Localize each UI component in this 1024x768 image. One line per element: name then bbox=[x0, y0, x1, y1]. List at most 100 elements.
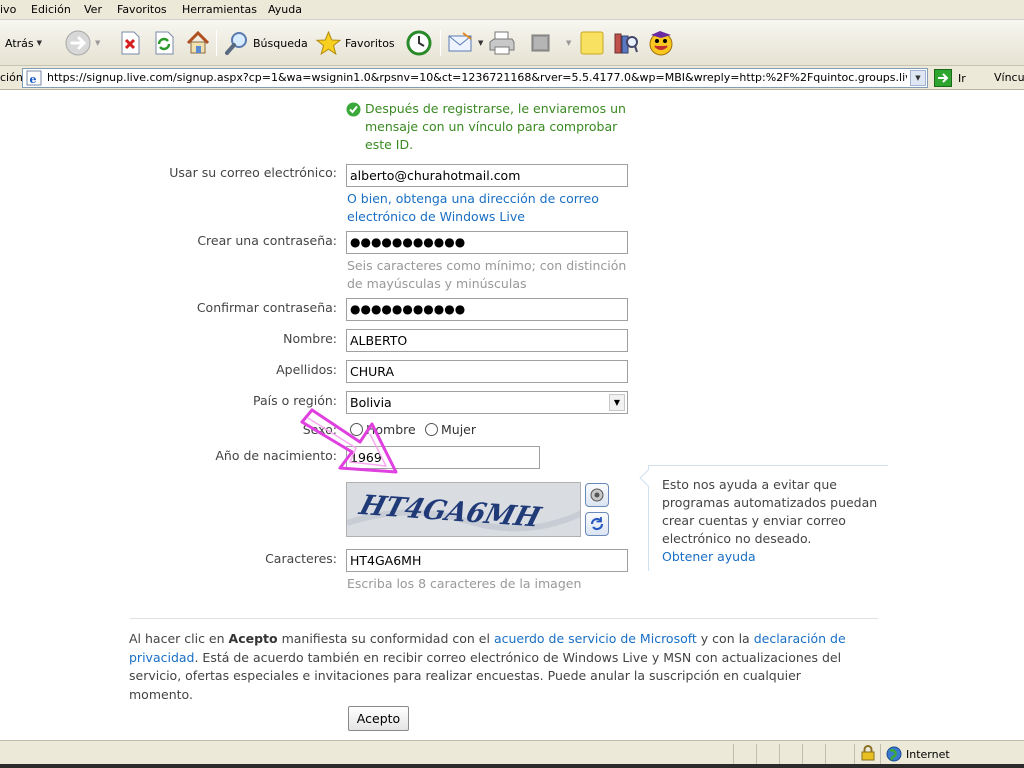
characters-label: Caracteres: bbox=[265, 551, 337, 566]
chevron-down-icon[interactable]: ▼ bbox=[566, 39, 571, 47]
mail-icon bbox=[448, 32, 472, 52]
sticky-note-icon bbox=[580, 31, 604, 55]
favorites-button[interactable]: Favoritos bbox=[315, 28, 395, 58]
legal-text: Al hacer clic en Acepto manifiesta su co… bbox=[129, 630, 859, 704]
password-hint: Seis caracteres como mínimo; con distinc… bbox=[347, 257, 626, 293]
accept-button[interactable]: Acepto bbox=[348, 706, 409, 731]
status-divider bbox=[854, 744, 855, 764]
captcha-image: HT4GA6MH bbox=[346, 482, 581, 537]
password-field[interactable]: ●●●●●●●●●●● bbox=[346, 231, 628, 254]
captcha-audio-button[interactable] bbox=[585, 483, 609, 507]
print-button[interactable] bbox=[488, 28, 516, 58]
section-divider bbox=[130, 618, 878, 619]
address-input[interactable]: e https://signup.live.com/signup.aspx?cp… bbox=[22, 68, 928, 88]
email-field[interactable]: alberto@churahotmail.com bbox=[346, 164, 628, 187]
chevron-down-icon[interactable]: ▼ bbox=[478, 39, 483, 47]
radio-female[interactable] bbox=[425, 423, 438, 436]
notice-line: mensaje con un vínculo para comprobar bbox=[365, 119, 618, 134]
confirm-password-field[interactable]: ●●●●●●●●●●● bbox=[346, 298, 628, 321]
taskbar-edge bbox=[0, 764, 1024, 768]
go-button[interactable]: Ir bbox=[934, 69, 966, 87]
edit-document-icon bbox=[531, 34, 550, 52]
menu-ayuda[interactable]: Ayuda bbox=[268, 3, 302, 16]
history-button[interactable] bbox=[405, 28, 433, 58]
captcha-info-box: Esto nos ayuda a evitar que programas au… bbox=[639, 465, 888, 571]
menu-archivo[interactable]: ivo bbox=[0, 3, 16, 16]
toolbar-separator bbox=[440, 30, 441, 56]
speaker-icon bbox=[590, 488, 604, 502]
edit-dropdown[interactable]: ▼ bbox=[563, 28, 571, 58]
captcha-distorted-text: HT4GA6MH bbox=[347, 489, 580, 534]
security-zone: Internet bbox=[886, 746, 950, 762]
search-button[interactable]: Búsqueda bbox=[224, 28, 308, 58]
links-label[interactable]: Víncul bbox=[994, 71, 1024, 84]
captcha-text: HT4GA6MH bbox=[355, 489, 545, 533]
arrow-head-outline bbox=[338, 422, 398, 474]
ie-page-icon: e bbox=[26, 70, 42, 86]
captcha-refresh-button[interactable] bbox=[585, 512, 609, 536]
home-button[interactable] bbox=[185, 28, 211, 58]
gender-option-female[interactable]: Mujer bbox=[425, 422, 476, 437]
forward-arrow-icon bbox=[65, 30, 91, 56]
hint-line: Seis caracteres como mínimo; con distinc… bbox=[347, 258, 627, 273]
star-icon bbox=[315, 30, 342, 55]
discuss-button[interactable] bbox=[579, 28, 605, 58]
gender-option-label: Mujer bbox=[441, 422, 477, 437]
menu-ver[interactable]: Ver bbox=[84, 3, 102, 16]
first-name-field[interactable]: ALBERTO bbox=[346, 329, 628, 352]
confirm-password-label: Confirmar contraseña: bbox=[196, 300, 337, 315]
back-label: Atrás bbox=[5, 36, 34, 50]
browser-toolbar: Atrás ▼ ▼ Búsqueda Favoritos ▼ ▼ bbox=[0, 20, 1024, 66]
refresh-button[interactable] bbox=[152, 28, 176, 58]
home-icon bbox=[186, 30, 210, 54]
notice-line: Después de registrarse, le enviaremos un bbox=[365, 101, 626, 116]
characters-field[interactable]: HT4GA6MH bbox=[346, 549, 628, 572]
status-divider bbox=[802, 744, 803, 764]
zone-label: Internet bbox=[906, 747, 950, 761]
address-url: https://signup.live.com/signup.aspx?cp=1… bbox=[47, 71, 907, 84]
signup-page: Después de registrarse, le enviaremos un… bbox=[0, 90, 1024, 740]
chevron-down-icon[interactable]: ▼ bbox=[609, 394, 625, 411]
printer-icon bbox=[489, 31, 515, 55]
link-line: electrónico de Windows Live bbox=[347, 209, 525, 224]
info-line: programas automatizados puedan bbox=[662, 495, 878, 510]
arrow-shaft-outline bbox=[310, 408, 362, 444]
characters-hint: Escriba los 8 caracteres de la imagen bbox=[347, 576, 582, 591]
info-box-pointer bbox=[639, 469, 657, 487]
menu-edicion[interactable]: Edición bbox=[31, 3, 71, 16]
research-button[interactable] bbox=[612, 28, 638, 58]
legal-text-part: . Está de acuerdo también en recibir cor… bbox=[129, 649, 842, 702]
menu-herramientas[interactable]: Herramientas bbox=[182, 3, 257, 16]
info-line: Esto nos ayuda a evitar que bbox=[662, 477, 837, 492]
get-live-email-link[interactable]: O bien, obtenga una dirección de correo … bbox=[347, 190, 599, 226]
menu-favoritos[interactable]: Favoritos bbox=[117, 3, 167, 16]
link-line: O bien, obtenga una dirección de correo bbox=[347, 191, 599, 206]
hint-line: de mayúsculas y minúsculas bbox=[347, 276, 527, 291]
search-icon bbox=[225, 32, 247, 55]
chevron-down-icon[interactable]: ▼ bbox=[95, 39, 100, 47]
forward-button[interactable]: ▼ bbox=[64, 28, 100, 58]
status-divider bbox=[756, 744, 757, 764]
messenger-button[interactable] bbox=[646, 28, 676, 58]
back-button[interactable]: Atrás ▼ bbox=[5, 28, 42, 58]
annotation-arrow bbox=[300, 408, 398, 474]
notice-line: este ID. bbox=[365, 137, 414, 152]
mail-button[interactable]: ▼ bbox=[447, 28, 483, 58]
service-agreement-link[interactable]: acuerdo de servicio de Microsoft bbox=[494, 631, 697, 646]
email-label: Usar su correo electrónico: bbox=[169, 165, 337, 180]
address-dropdown-arrow[interactable]: ▼ bbox=[910, 70, 926, 86]
arrow-shaft-outline bbox=[300, 420, 354, 454]
legal-accept-word: Acepto bbox=[228, 631, 278, 646]
password-label: Crear una contraseña: bbox=[197, 233, 337, 248]
status-divider bbox=[779, 744, 780, 764]
toolbar-separator bbox=[216, 30, 217, 56]
last-name-field[interactable]: CHURA bbox=[346, 360, 628, 383]
address-bar: ción e https://signup.live.com/signup.as… bbox=[0, 66, 1024, 90]
legal-text-part: manifiesta su conformidad con el bbox=[277, 631, 494, 646]
edit-button[interactable] bbox=[530, 28, 552, 58]
lock-icon bbox=[861, 745, 875, 761]
chevron-down-icon[interactable]: ▼ bbox=[37, 39, 42, 47]
get-help-link[interactable]: Obtener ayuda bbox=[662, 548, 886, 566]
stop-button[interactable] bbox=[118, 28, 142, 58]
first-name-label: Nombre: bbox=[283, 331, 337, 346]
